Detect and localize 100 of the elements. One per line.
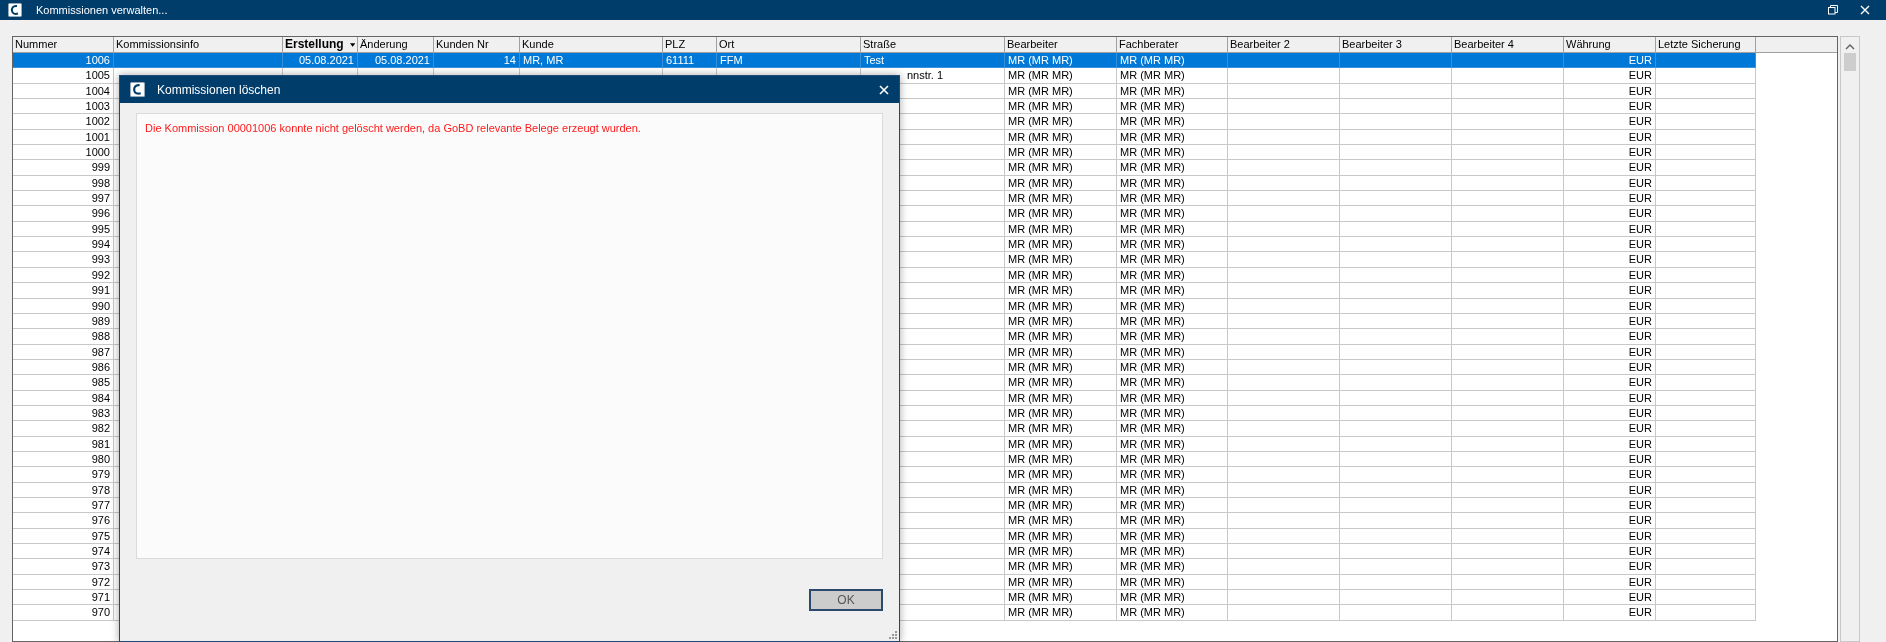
table-cell: MR (MR MR) — [1005, 267, 1117, 284]
table-cell: 05.08.2021 — [283, 53, 358, 69]
table-cell: 980 — [13, 451, 114, 468]
table-cell: 999 — [13, 160, 114, 176]
column-header[interactable]: Ort — [717, 37, 861, 52]
table-cell: MR (MR MR) — [1005, 145, 1117, 161]
table-cell: EUR — [1564, 405, 1656, 422]
table-cell: MR (MR MR) — [1005, 99, 1117, 115]
table-cell: MR (MR MR) — [1005, 375, 1117, 391]
table-cell: 1006 — [13, 53, 114, 69]
column-header[interactable]: Änderung — [358, 37, 434, 52]
table-cell: EUR — [1564, 221, 1656, 238]
table-cell: EUR — [1564, 283, 1656, 299]
table-cell: EUR — [1564, 390, 1656, 406]
table-cell: MR (MR MR) — [1005, 467, 1117, 483]
column-header[interactable]: Letzte Sicherung — [1656, 37, 1756, 52]
table-cell: 14 — [434, 53, 520, 69]
column-header[interactable]: Erstellung — [283, 37, 358, 52]
table-cell: MR (MR MR) — [1117, 114, 1228, 130]
table-cell: MR (MR MR) — [1117, 206, 1228, 222]
table-cell: Test — [861, 53, 1005, 69]
table-cell: 981 — [13, 436, 114, 452]
table-cell: MR (MR MR) — [1117, 191, 1228, 207]
table-cell: EUR — [1564, 114, 1656, 130]
table-cell: 988 — [13, 329, 114, 345]
table-cell: 996 — [13, 206, 114, 222]
table-cell: MR (MR MR) — [1005, 129, 1117, 146]
table-cell: MR (MR MR) — [1117, 390, 1228, 406]
error-message: Die Kommission 00001006 konnte nicht gelöscht werden, da GoBD relevante Belege erzeugt wurden. — [145, 121, 642, 136]
table-cell: MR (MR MR) — [1005, 528, 1117, 544]
table-cell: MR (MR MR) — [1117, 405, 1228, 422]
table-cell: 978 — [13, 482, 114, 498]
table-cell: MR (MR MR) — [1005, 405, 1117, 422]
table-cell: 990 — [13, 298, 114, 314]
table-cell: EUR — [1564, 451, 1656, 468]
table-cell: MR (MR MR) — [1005, 329, 1117, 345]
column-header[interactable]: Straße — [861, 37, 1005, 52]
column-header[interactable]: Währung — [1564, 37, 1656, 52]
table-cell: 998 — [13, 175, 114, 192]
table-cell: EUR — [1564, 313, 1656, 330]
table-cell: EUR — [1564, 436, 1656, 452]
close-icon[interactable] — [879, 84, 889, 95]
table-cell: MR (MR MR) — [1005, 53, 1117, 69]
table-row[interactable]: 1006 05.08.2021 05.08.2021 14 MR, MR 61111 FFM Test MR (MR MR) MR (MR MR) EUR — [13, 53, 1837, 69]
table-cell: MR (MR MR) — [1005, 497, 1117, 514]
table-cell: EUR — [1564, 267, 1656, 284]
ok-button[interactable]: OK — [809, 589, 883, 611]
table-cell: MR (MR MR) — [1005, 605, 1117, 621]
table-cell: EUR — [1564, 252, 1656, 268]
column-header[interactable]: PLZ — [663, 37, 717, 52]
table-cell: 975 — [13, 528, 114, 544]
table-cell: EUR — [1564, 206, 1656, 222]
table-cell: MR (MR MR) — [1117, 160, 1228, 176]
column-header[interactable]: Bearbeiter 4 — [1452, 37, 1564, 52]
table-cell: MR (MR MR) — [1117, 513, 1228, 529]
table-cell: EUR — [1564, 160, 1656, 176]
table-cell: 986 — [13, 359, 114, 376]
column-header[interactable]: Kunde — [520, 37, 663, 52]
column-header[interactable]: Nummer — [13, 37, 114, 52]
column-header[interactable]: Bearbeiter 3 — [1340, 37, 1452, 52]
table-cell: EUR — [1564, 53, 1656, 69]
table-cell: MR (MR MR) — [1117, 129, 1228, 146]
scroll-thumb[interactable] — [1844, 53, 1856, 71]
close-icon[interactable] — [1860, 5, 1870, 15]
column-header[interactable]: Fachberater — [1117, 37, 1228, 52]
table-cell: 1005 — [13, 68, 114, 84]
scrollbar[interactable] — [1840, 36, 1860, 642]
table-cell: EUR — [1564, 191, 1656, 207]
table-cell: MR (MR MR) — [1117, 175, 1228, 192]
column-header[interactable]: Kunden Nr — [434, 37, 520, 52]
table-cell: MR (MR MR) — [1005, 436, 1117, 452]
table-cell: EUR — [1564, 68, 1656, 84]
table-cell: EUR — [1564, 375, 1656, 391]
restore-icon[interactable] — [1828, 5, 1838, 15]
table-cell: 994 — [13, 237, 114, 253]
column-header[interactable]: Kommissionsinfo — [114, 37, 283, 52]
table-cell: MR (MR MR) — [1117, 283, 1228, 299]
table-cell: MR (MR MR) — [1005, 559, 1117, 575]
table-cell: MR (MR MR) — [1117, 375, 1228, 391]
table-cell: 982 — [13, 421, 114, 437]
table-cell: 1001 — [13, 129, 114, 146]
table-cell: 989 — [13, 313, 114, 330]
scroll-up-icon[interactable] — [1845, 43, 1855, 51]
table-cell: MR (MR MR) — [1005, 206, 1117, 222]
table-cell: 970 — [13, 605, 114, 621]
table-cell: MR (MR MR) — [1117, 467, 1228, 483]
table-cell: EUR — [1564, 544, 1656, 560]
table-cell: MR (MR MR) — [1117, 574, 1228, 591]
column-header[interactable]: Bearbeiter — [1005, 37, 1117, 52]
dialog-title: Kommissionen löschen — [157, 81, 281, 99]
table-cell: MR (MR MR) — [1005, 114, 1117, 130]
column-header[interactable]: Bearbeiter 2 — [1228, 37, 1340, 52]
table-cell: 971 — [13, 590, 114, 606]
resize-grip-icon[interactable] — [889, 631, 897, 639]
table-cell: MR (MR MR) — [1117, 544, 1228, 560]
table-cell: 984 — [13, 390, 114, 406]
table-cell: MR (MR MR) — [1005, 513, 1117, 529]
table-cell: EUR — [1564, 145, 1656, 161]
table-cell: MR (MR MR) — [1117, 528, 1228, 544]
table-cell: EUR — [1564, 497, 1656, 514]
